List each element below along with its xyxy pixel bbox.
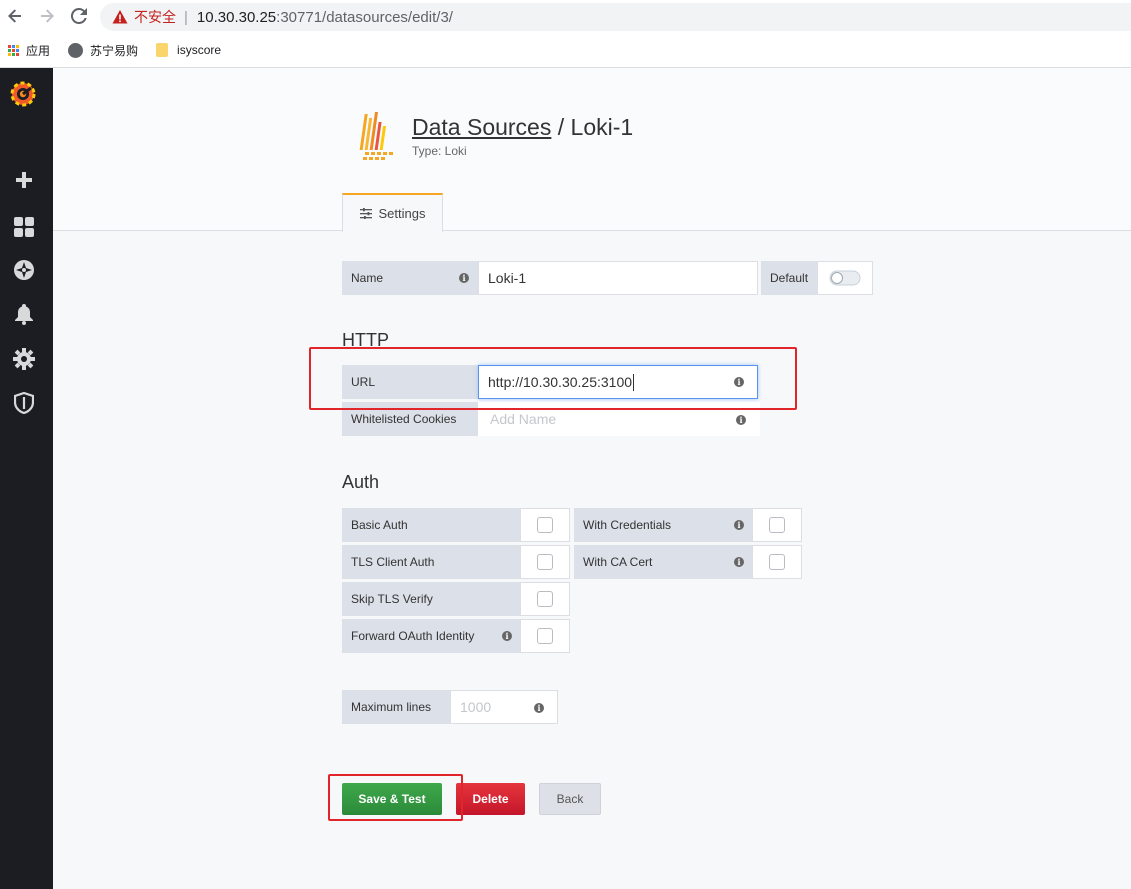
bookmark-label: 应用	[26, 43, 51, 58]
grafana-sidebar	[0, 68, 53, 889]
whitelisted-cookies-input[interactable]: Add Name i	[478, 402, 760, 436]
info-icon[interactable]: i	[734, 520, 744, 530]
bookmark-suning[interactable]: 苏宁易购	[68, 42, 138, 59]
basic-auth-label: Basic Auth	[342, 508, 520, 542]
name-label: Name i	[342, 261, 478, 295]
back-button[interactable]: Back	[539, 783, 601, 815]
plus-icon[interactable]	[12, 168, 36, 192]
skip-tls-verify-checkbox[interactable]	[520, 582, 570, 616]
http-heading: HTTP	[342, 330, 389, 350]
maximum-lines-text: Maximum lines	[351, 700, 432, 714]
tls-client-auth-text: TLS Client Auth	[351, 555, 435, 569]
cookies-placeholder: Add Name	[490, 411, 557, 427]
delete-button[interactable]: Delete	[456, 783, 525, 815]
save-and-test-button[interactable]: Save & Test	[342, 783, 442, 815]
with-ca-cert-checkbox[interactable]	[752, 545, 802, 579]
skip-tls-verify-label: Skip TLS Verify	[342, 582, 520, 616]
url-host: 10.30.30.25	[196, 8, 277, 26]
auth-heading: Auth	[342, 472, 380, 492]
bookmark-isyscore[interactable]: isyscore	[156, 43, 221, 57]
configuration-gear-icon[interactable]	[12, 347, 36, 371]
bookmark-label: 苏宁易购	[90, 43, 139, 58]
text-cursor	[633, 373, 635, 391]
with-credentials-label: With Credentials i	[574, 508, 752, 542]
tab-settings-label: Settings	[378, 206, 426, 221]
tls-client-auth-checkbox[interactable]	[520, 545, 570, 579]
checkbox-box	[537, 628, 553, 644]
with-credentials-checkbox[interactable]	[752, 508, 802, 542]
breadcrumb-separator: /	[551, 114, 571, 140]
loki-logo-icon	[355, 112, 399, 167]
info-icon[interactable]: i	[459, 273, 469, 283]
maximum-lines-input[interactable]: 1000 i	[450, 690, 558, 724]
default-label-text: Default	[770, 271, 809, 285]
with-ca-cert-label: With CA Cert i	[574, 545, 752, 579]
default-label: Default	[761, 261, 817, 295]
checkbox-box	[769, 554, 785, 570]
bookmark-label: isyscore	[177, 43, 222, 57]
omnibox-separator: |	[184, 8, 188, 26]
whitelisted-cookies-text: Whitelisted Cookies	[351, 412, 457, 426]
not-secure-label: 不安全	[134, 9, 176, 25]
basic-auth-text: Basic Auth	[351, 518, 408, 532]
name-input[interactable]: Loki-1	[478, 261, 758, 295]
name-label-text: Name	[351, 271, 384, 285]
checkbox-box	[537, 554, 553, 570]
bookmark-apps[interactable]: 应用	[0, 42, 50, 59]
browser-chrome: 不安全 | 10.30.30.25:30771/datasources/edit…	[0, 0, 1131, 68]
globe-icon	[68, 42, 84, 58]
back-arrow-icon[interactable]	[4, 5, 26, 27]
default-toggle[interactable]	[817, 261, 873, 295]
page-title: Data Sources / Loki-1	[412, 114, 633, 141]
apps-grid-icon	[8, 44, 19, 56]
basic-auth-checkbox[interactable]	[520, 508, 570, 542]
maximum-lines-placeholder: 1000	[460, 699, 492, 715]
sliders-icon	[359, 208, 372, 219]
forward-arrow-icon[interactable]	[36, 5, 58, 27]
forward-oauth-label: Forward OAuth Identity i	[342, 619, 520, 653]
forward-oauth-checkbox[interactable]	[520, 619, 570, 653]
checkbox-box	[537, 591, 553, 607]
name-input-value: Loki-1	[488, 270, 527, 286]
tab-settings[interactable]: Settings	[342, 193, 443, 232]
maximum-lines-label: Maximum lines	[342, 690, 450, 724]
tls-client-auth-label: TLS Client Auth	[342, 545, 520, 579]
page-header: Data Sources / Loki-1 Type: Loki Setting…	[53, 68, 1131, 232]
skip-tls-verify-text: Skip TLS Verify	[351, 592, 433, 606]
address-bar[interactable]: 不安全 | 10.30.30.25:30771/datasources/edit…	[100, 3, 1131, 31]
info-icon[interactable]: i	[502, 631, 512, 641]
info-icon[interactable]: i	[534, 703, 544, 713]
with-ca-cert-text: With CA Cert	[583, 555, 653, 569]
toggle-switch-icon	[829, 270, 861, 286]
dashboards-icon[interactable]	[12, 215, 36, 239]
forward-oauth-text: Forward OAuth Identity	[351, 629, 475, 643]
folder-icon	[156, 43, 169, 57]
url-label: URL	[342, 365, 478, 399]
checkbox-box	[769, 517, 785, 533]
alerting-bell-icon[interactable]	[12, 302, 36, 326]
url-input-value: http://10.30.30.25:3100	[488, 374, 633, 390]
info-icon[interactable]: i	[736, 415, 746, 425]
server-admin-shield-icon[interactable]	[12, 391, 36, 415]
warning-icon	[112, 10, 128, 24]
page-content: Data Sources / Loki-1 Type: Loki Setting…	[53, 68, 1131, 889]
reload-icon[interactable]	[68, 5, 90, 27]
grafana-logo-icon[interactable]	[9, 80, 37, 108]
with-credentials-text: With Credentials	[583, 518, 672, 532]
info-icon[interactable]: i	[734, 377, 744, 387]
info-icon[interactable]: i	[734, 557, 744, 567]
breadcrumb-current: Loki-1	[570, 114, 634, 140]
bookmarks-bar: 应用 苏宁易购 isyscore	[0, 36, 239, 64]
url-path: :30771/datasources/edit/3/	[276, 8, 453, 26]
checkbox-box	[537, 517, 553, 533]
whitelisted-cookies-label: Whitelisted Cookies	[342, 402, 478, 436]
url-label-text: URL	[351, 375, 376, 389]
explore-compass-icon[interactable]	[12, 258, 36, 282]
url-input[interactable]: http://10.30.30.25:3100 i	[478, 365, 758, 399]
breadcrumb-data-sources-link[interactable]: Data Sources	[412, 114, 551, 140]
datasource-type: Type: Loki	[412, 144, 467, 158]
